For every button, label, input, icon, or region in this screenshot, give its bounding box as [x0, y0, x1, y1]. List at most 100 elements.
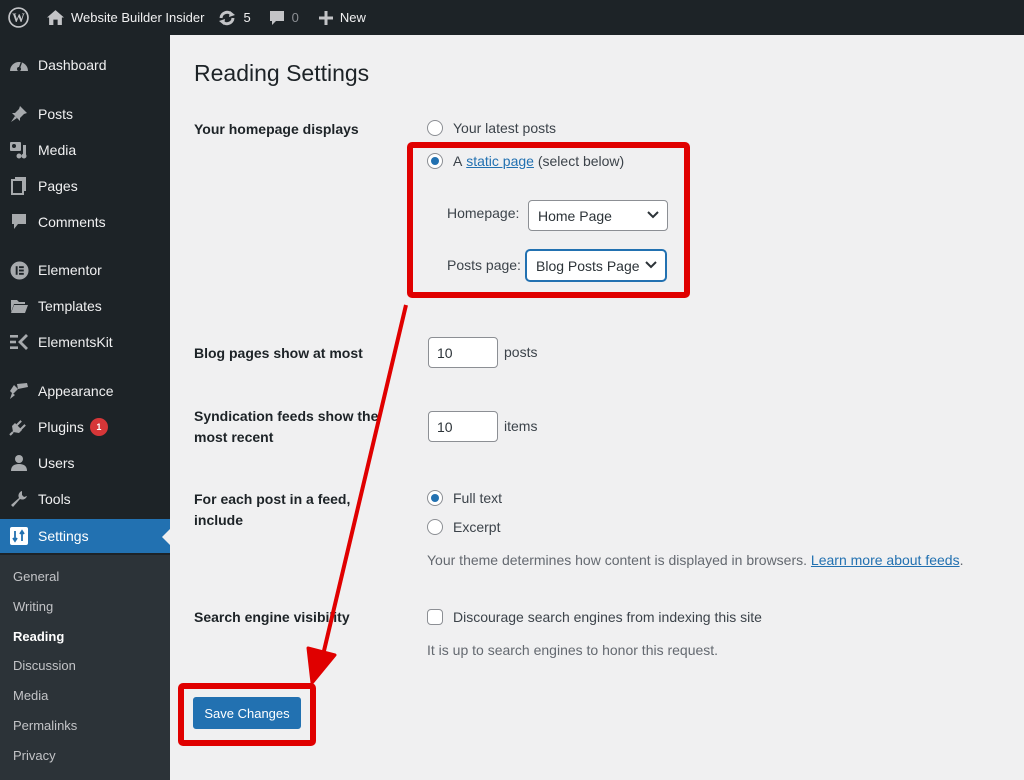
feed-include-label: For each post in a feed, include [194, 491, 351, 528]
submenu-media[interactable]: Media [13, 688, 48, 703]
items-unit: items [504, 418, 538, 434]
chevron-down-icon [645, 261, 657, 269]
submenu-discussion[interactable]: Discussion [13, 658, 76, 673]
wrench-icon [0, 490, 36, 508]
radio-label-prefix: A [453, 153, 463, 169]
comment-icon [269, 10, 284, 25]
sidebar-item-dashboard[interactable]: Dashboard [0, 48, 170, 82]
sidebar-item-tools[interactable]: Tools [0, 482, 170, 516]
radio-button[interactable] [427, 490, 443, 506]
posts-page-select-value: Blog Posts Page [536, 257, 640, 274]
posts-per-page-value: 10 [437, 344, 453, 361]
chevron-down-icon [647, 211, 659, 219]
wordpress-icon: W [8, 7, 29, 28]
pin-icon [0, 105, 36, 123]
admin-bar: W Website Builder Insider 5 0 New [0, 0, 1024, 35]
pages-icon [0, 177, 36, 195]
posts-per-rss-input[interactable]: 10 [428, 411, 498, 442]
new-label: New [339, 10, 366, 25]
sidebar-item-comments[interactable]: Comments [0, 205, 170, 239]
sidebar-label: Elementor [38, 262, 102, 278]
radio-latest-posts[interactable]: Your latest posts [427, 120, 556, 136]
syndication-label: Syndication feeds show the most recent [194, 408, 379, 445]
radio-button[interactable] [427, 120, 443, 136]
search-visibility-label: Search engine visibility [194, 609, 350, 625]
plus-icon [318, 10, 333, 25]
svg-text:W: W [12, 11, 25, 25]
sidebar-item-media[interactable]: Media [0, 133, 170, 167]
posts-per-rss-value: 10 [437, 418, 453, 435]
sidebar-item-settings[interactable]: Settings [0, 519, 170, 553]
posts-unit: posts [504, 344, 538, 360]
homepage-select-value: Home Page [538, 207, 612, 224]
dashboard-icon [0, 57, 36, 73]
static-page-link[interactable]: static page [466, 153, 534, 169]
submenu-writing[interactable]: Writing [13, 599, 53, 614]
user-icon [0, 454, 36, 472]
sidebar-item-elementskit[interactable]: ElementsKit [0, 325, 170, 359]
homepage-select[interactable]: Home Page [528, 200, 668, 231]
sidebar-item-plugins[interactable]: Plugins 1 [0, 410, 170, 444]
settings-icon [0, 527, 36, 545]
plugins-update-badge: 1 [89, 418, 108, 436]
settings-submenu: General Writing Reading Discussion Media… [0, 555, 170, 780]
main-content: Reading Settings Your homepage displays … [170, 35, 1024, 780]
site-name-link[interactable]: Website Builder Insider [37, 0, 212, 35]
sidebar-item-templates[interactable]: Templates [0, 289, 170, 323]
sidebar-label: Dashboard [38, 57, 107, 73]
sidebar-item-users[interactable]: Users [0, 446, 170, 480]
submenu-privacy[interactable]: Privacy [13, 748, 56, 763]
posts-page-select[interactable]: Blog Posts Page [526, 250, 666, 281]
radio-label: Your latest posts [453, 120, 556, 136]
learn-more-feeds-link[interactable]: Learn more about feeds [811, 552, 960, 568]
submenu-general[interactable]: General [13, 569, 59, 584]
sidebar-label: Pages [38, 178, 78, 194]
sidebar-label: Users [38, 455, 75, 471]
blog-pages-label: Blog pages show at most [194, 345, 363, 361]
search-visibility-description: It is up to search engines to honor this… [427, 642, 719, 658]
submenu-permalinks[interactable]: Permalinks [13, 718, 77, 733]
sidebar-label: ElementsKit [38, 334, 113, 350]
sidebar-label: Posts [38, 106, 74, 122]
homepage-select-label: Homepage: [447, 205, 520, 221]
plug-icon [0, 418, 36, 436]
comments-link[interactable]: 0 [259, 0, 307, 35]
wordpress-logo-button[interactable]: W [0, 0, 37, 35]
checkbox-label: Discourage search engines from indexing … [453, 609, 762, 625]
radio-button[interactable] [427, 519, 443, 535]
checkbox[interactable] [427, 609, 443, 625]
sidebar-item-posts[interactable]: Posts [0, 97, 170, 131]
sidebar-label: Templates [38, 298, 102, 314]
elementskit-icon [0, 334, 36, 350]
posts-page-select-label: Posts page: [447, 257, 521, 273]
save-changes-button[interactable]: Save Changes [193, 697, 301, 729]
radio-static-page[interactable]: A static page (select below) [427, 153, 624, 169]
updates-link[interactable]: 5 [212, 0, 258, 35]
new-content-link[interactable]: New [307, 0, 374, 35]
sidebar-label: Media [38, 142, 77, 158]
radio-label: Excerpt [453, 519, 501, 535]
sidebar-label: Tools [38, 491, 71, 507]
radio-excerpt[interactable]: Excerpt [427, 519, 500, 535]
updates-icon [219, 10, 236, 25]
feed-description-text: Your theme determines how content is dis… [427, 552, 808, 568]
sidebar-item-pages[interactable]: Pages [0, 169, 170, 203]
radio-full-text[interactable]: Full text [427, 490, 502, 506]
sidebar-label: Appearance [38, 383, 114, 399]
sidebar-item-elementor[interactable]: Elementor [0, 253, 170, 287]
comment-icon [0, 213, 36, 231]
submenu-reading[interactable]: Reading [13, 629, 64, 644]
comments-count: 0 [291, 10, 299, 25]
sidebar-label: Comments [38, 214, 106, 230]
radio-button[interactable] [427, 153, 443, 169]
homepage-displays-label: Your homepage displays [194, 121, 359, 137]
period: . [959, 552, 964, 568]
page-title: Reading Settings [194, 60, 370, 86]
sidebar-label: Settings [38, 528, 89, 544]
sidebar-label: Plugins [38, 419, 84, 435]
posts-per-page-input[interactable]: 10 [428, 337, 498, 368]
media-icon [0, 141, 36, 159]
sidebar-item-appearance[interactable]: Appearance [0, 374, 170, 408]
radio-label: Full text [453, 490, 503, 506]
discourage-search-checkbox[interactable]: Discourage search engines from indexing … [427, 609, 762, 625]
